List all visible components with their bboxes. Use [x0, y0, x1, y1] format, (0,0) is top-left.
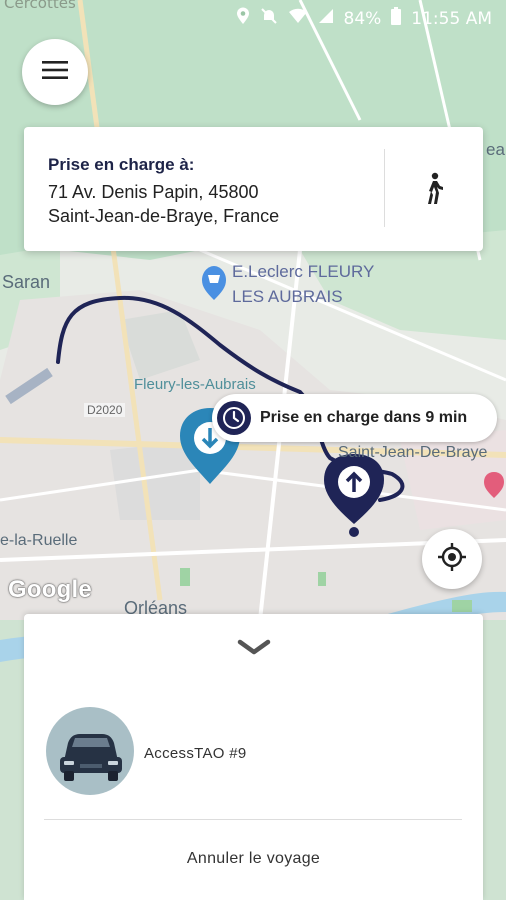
map-label-saran: Saran [2, 272, 51, 292]
vehicle-name: AccessTAO #9 [144, 745, 247, 762]
pickup-address-line1: 71 Av. Denis Papin, 45800 [48, 182, 259, 202]
status-partial-label: Cercottes [4, 0, 76, 12]
clock-time: 11:55 AM [411, 8, 492, 29]
map-label-leclerc-2: LES AUBRAIS [232, 287, 343, 306]
location-icon [236, 7, 250, 30]
map-label-fleury: Fleury-les-Aubrais [134, 376, 256, 393]
map-label-road: D2020 [84, 403, 126, 417]
pickup-card[interactable]: Prise en charge à: 71 Av. Denis Papin, 4… [24, 127, 483, 251]
menu-button[interactable] [22, 39, 88, 105]
locate-icon [437, 542, 467, 577]
clock-icon [216, 400, 252, 436]
car-icon [46, 734, 134, 795]
card-divider [384, 149, 385, 227]
map-label-partial-right: ea [486, 140, 505, 159]
map-label-leclerc-1: E.Leclerc FLEURY [232, 262, 375, 281]
wifi-icon [288, 8, 308, 29]
locate-button[interactable] [422, 529, 482, 589]
pickup-title: Prise en charge à: [48, 155, 195, 174]
status-bar: Cercottes 84% 11:55 AM [0, 0, 506, 34]
map-label-saint-jean: Saint-Jean-De-Braye [338, 444, 488, 461]
pickup-address-line2: Saint-Jean-de-Braye, France [48, 206, 280, 226]
battery-percent: 84% [343, 8, 382, 29]
map-label-la-ruelle: e-la-Ruelle [0, 532, 78, 549]
sheet-divider [44, 819, 462, 820]
menu-icon [42, 60, 68, 85]
cancel-trip-button[interactable]: Annuler le voyage [24, 836, 483, 880]
walk-button[interactable] [419, 171, 449, 207]
battery-icon [391, 7, 402, 30]
vehicle-avatar [46, 707, 134, 795]
bottom-sheet[interactable]: AccessTAO #9 Annuler le voyage [24, 614, 483, 900]
eta-bubble: Prise en charge dans 9 min [212, 394, 497, 442]
walk-icon [419, 172, 449, 211]
eta-text: Prise en charge dans 9 min [260, 409, 468, 426]
mute-icon [260, 7, 278, 30]
chevron-down-icon[interactable] [237, 638, 271, 658]
signal-icon [318, 8, 334, 29]
google-logo: Google [8, 576, 92, 603]
